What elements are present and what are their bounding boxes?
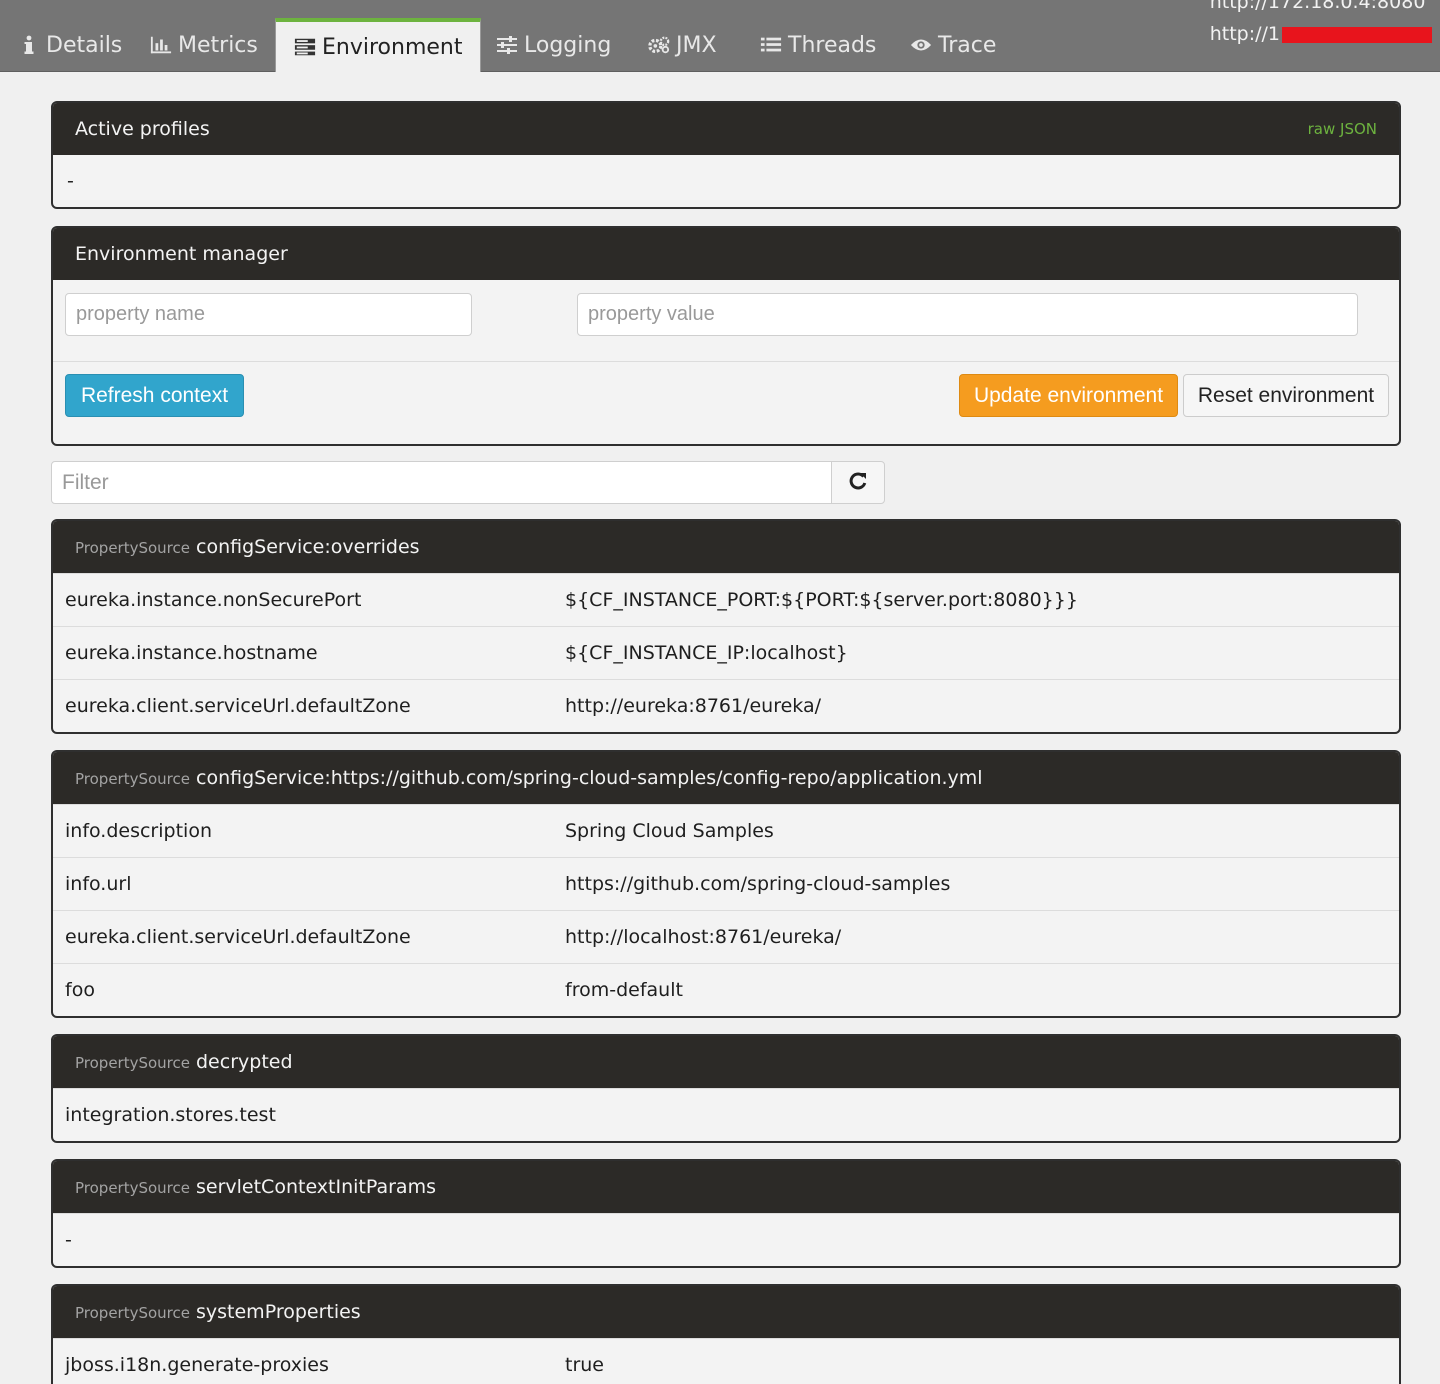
property-source-name: configService:https://github.com/spring-…: [196, 767, 983, 789]
property-value: http://eureka:8761/eureka/: [565, 695, 822, 717]
property-source-label: PropertySource: [75, 1054, 190, 1072]
panel-title: Active profiles: [75, 118, 210, 140]
tab-jmx[interactable]: JMX: [636, 18, 729, 72]
instance-url-primary[interactable]: http://172.18.0.4:8080: [1210, 0, 1432, 18]
property-key: -: [65, 1229, 72, 1251]
property-row: info.url https://github.com/spring-cloud-…: [53, 857, 1399, 910]
tab-environment[interactable]: Environment: [275, 18, 482, 72]
property-key: jboss.i18n.generate-proxies: [65, 1354, 329, 1376]
tab-label: Trace: [938, 32, 997, 58]
tab-logging[interactable]: Logging: [484, 18, 623, 72]
top-nav: Details Metrics Environment Logging JMX …: [0, 0, 1440, 72]
property-source-name: configService:overrides: [196, 536, 420, 558]
property-row: info.description Spring Cloud Samples: [53, 804, 1399, 857]
raw-json-link[interactable]: raw JSON: [1308, 120, 1377, 138]
property-value: Spring Cloud Samples: [565, 820, 774, 842]
property-key: integration.stores.test: [65, 1104, 276, 1126]
property-source-header: PropertySource configService:overrides: [53, 521, 1399, 573]
property-row: eureka.client.serviceUrl.defaultZone http…: [53, 910, 1399, 963]
property-row: jboss.i18n.generate-proxies true: [53, 1338, 1399, 1384]
tab-label: Environment: [322, 34, 463, 60]
property-value: http://localhost:8761/eureka/: [565, 926, 842, 948]
property-key: eureka.client.serviceUrl.defaultZone: [65, 926, 411, 948]
property-inputs: property name property value: [53, 280, 1399, 362]
instance-urls: http://172.18.0.4:8080 http://1: [1210, 0, 1432, 50]
tab-details[interactable]: Details: [6, 18, 134, 72]
refresh-context-button[interactable]: Refresh context: [65, 374, 244, 417]
property-row: foo from-default: [53, 963, 1399, 1016]
property-value: ${CF_INSTANCE_IP:localhost}: [565, 642, 848, 664]
active-profiles-value: -: [67, 170, 74, 192]
property-source-panel: PropertySource configService:overrides eu…: [51, 519, 1401, 734]
env-manager-actions: Refresh context Update environment Reset…: [53, 362, 1399, 444]
tab-label: Threads: [788, 32, 877, 58]
property-source-header: PropertySource configService:https://gith…: [53, 752, 1399, 804]
property-value: ${CF_INSTANCE_PORT:${PORT:${server.port:…: [565, 589, 1078, 611]
gears-icon: [648, 34, 670, 56]
server-icon: [294, 36, 316, 58]
property-row: eureka.instance.hostname ${CF_INSTANCE_IP…: [53, 626, 1399, 679]
property-source-name: decrypted: [196, 1051, 293, 1073]
bar-chart-icon: [150, 34, 172, 56]
filter-refresh-button[interactable]: [831, 461, 885, 504]
property-key: eureka.instance.hostname: [65, 642, 318, 664]
sliders-icon: [496, 34, 518, 56]
active-profiles-panel: Active profiles raw JSON -: [51, 101, 1401, 209]
filter-input[interactable]: Filter: [51, 461, 832, 504]
property-source-name: systemProperties: [196, 1301, 361, 1323]
property-value-input[interactable]: property value: [577, 293, 1358, 336]
info-icon: [18, 34, 40, 56]
property-source-panel: PropertySource configService:https://gith…: [51, 750, 1401, 1018]
property-row: eureka.instance.nonSecurePort ${CF_INSTAN…: [53, 573, 1399, 626]
property-key: info.description: [65, 820, 212, 842]
property-key: info.url: [65, 873, 132, 895]
environment-manager-header: Environment manager: [53, 228, 1399, 280]
tab-label: Metrics: [178, 32, 258, 58]
redaction-bar: [1282, 26, 1432, 43]
panel-title: Environment manager: [75, 243, 288, 265]
property-value: https://github.com/spring-cloud-samples: [565, 873, 951, 895]
property-source-label: PropertySource: [75, 539, 190, 557]
property-source-label: PropertySource: [75, 770, 190, 788]
property-source-header: PropertySource systemProperties: [53, 1286, 1399, 1338]
tab-trace[interactable]: Trace: [898, 18, 1008, 72]
property-source-header: PropertySource servletContextInitParams: [53, 1161, 1399, 1213]
tab-label: JMX: [676, 32, 717, 58]
update-environment-button[interactable]: Update environment: [959, 374, 1178, 417]
eye-icon: [910, 34, 932, 56]
property-source-name: servletContextInitParams: [196, 1176, 436, 1198]
property-value: from-default: [565, 979, 683, 1001]
property-row: -: [53, 1213, 1399, 1266]
reset-environment-button[interactable]: Reset environment: [1183, 374, 1389, 417]
tab-label: Details: [46, 32, 123, 58]
refresh-icon: [848, 469, 868, 497]
property-key: eureka.instance.nonSecurePort: [65, 589, 362, 611]
active-profiles-header: Active profiles raw JSON: [53, 103, 1399, 155]
property-value: true: [565, 1354, 604, 1376]
property-source-panel: PropertySource servletContextInitParams -: [51, 1159, 1401, 1268]
list-icon: [760, 34, 782, 56]
property-source-panel: PropertySource systemProperties jboss.i18…: [51, 1284, 1401, 1384]
property-source-panel: PropertySource decrypted integration.stor…: [51, 1034, 1401, 1143]
property-key: foo: [65, 979, 95, 1001]
property-source-label: PropertySource: [75, 1179, 190, 1197]
tab-metrics[interactable]: Metrics: [138, 18, 270, 72]
instance-url-secondary[interactable]: http://1: [1210, 18, 1432, 50]
property-row: integration.stores.test: [53, 1088, 1399, 1141]
environment-manager-panel: Environment manager property name proper…: [51, 226, 1401, 446]
property-name-input[interactable]: property name: [65, 293, 472, 336]
property-row: eureka.client.serviceUrl.defaultZone http…: [53, 679, 1399, 732]
tab-label: Logging: [524, 32, 612, 58]
property-source-header: PropertySource decrypted: [53, 1036, 1399, 1088]
property-key: eureka.client.serviceUrl.defaultZone: [65, 695, 411, 717]
tab-threads[interactable]: Threads: [748, 18, 888, 72]
property-source-label: PropertySource: [75, 1304, 190, 1322]
